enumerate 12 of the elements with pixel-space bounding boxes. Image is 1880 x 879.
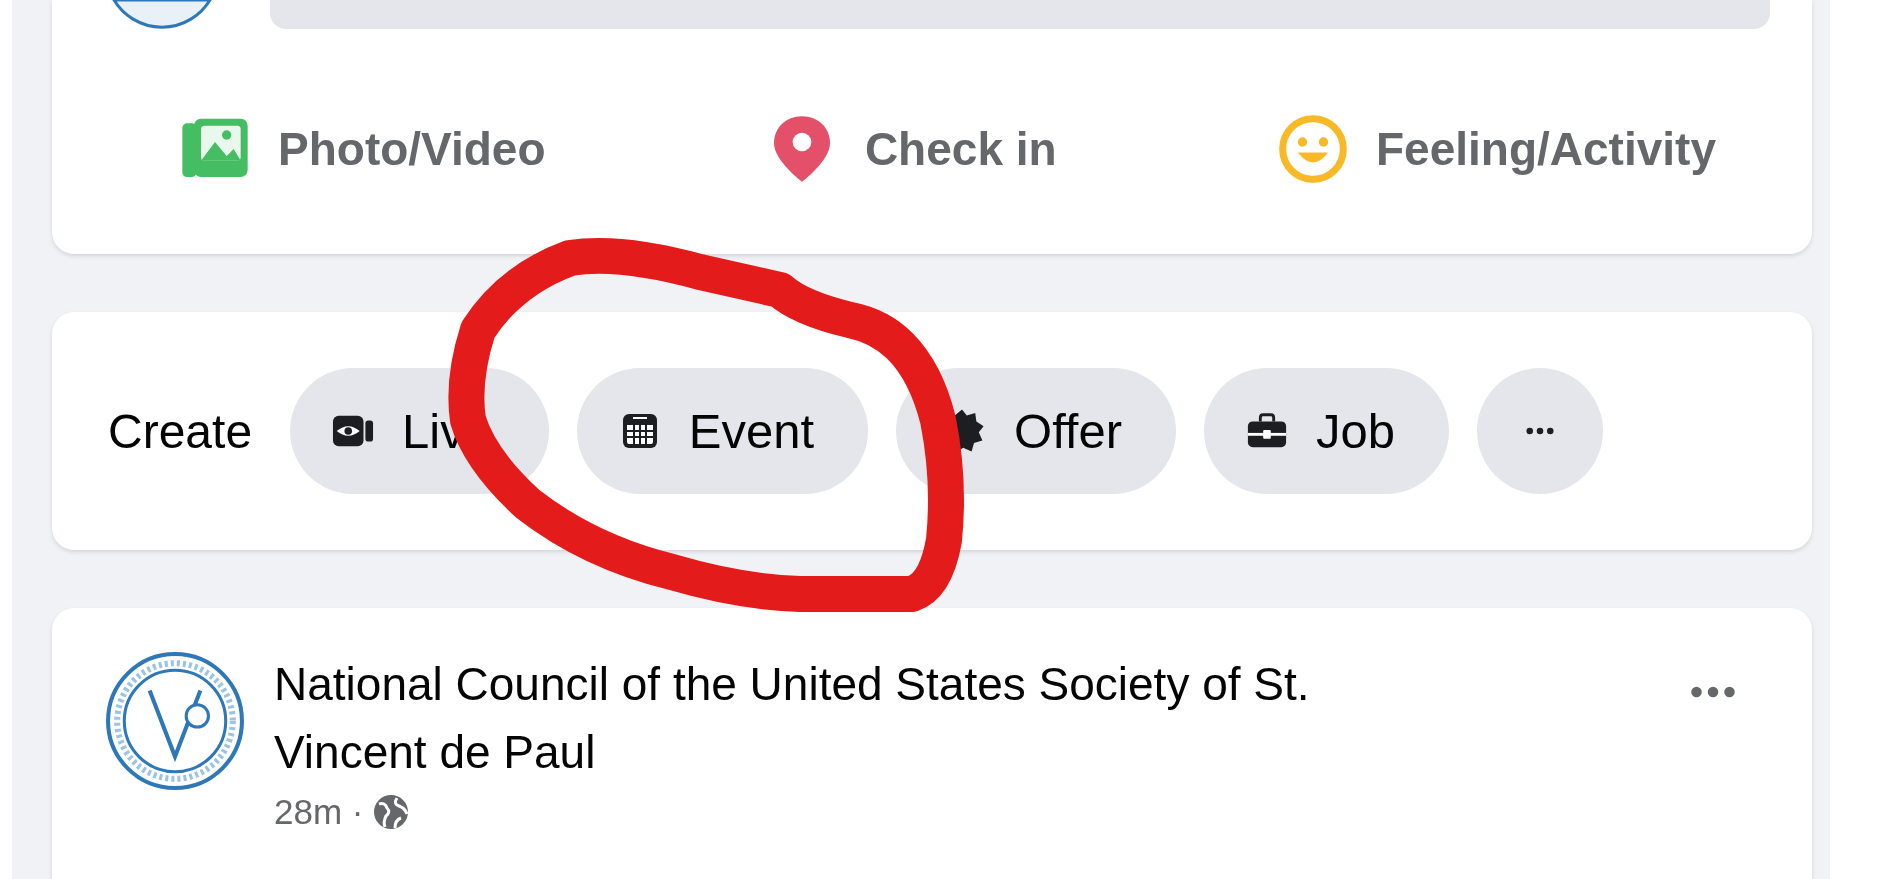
composer-action[interactable]: Check in <box>766 114 1057 184</box>
create-label: Create <box>108 403 253 459</box>
create-button[interactable]: Event <box>576 368 869 494</box>
more-icon <box>1526 427 1555 435</box>
create-button[interactable]: Job <box>1204 368 1450 494</box>
post-time[interactable]: 28m · <box>274 792 364 832</box>
logo-icon <box>104 650 246 792</box>
more-icon <box>1688 686 1738 698</box>
author-name[interactable]: National Council of the United States Society of St. Vincent de Paul <box>274 650 1374 786</box>
smiley-icon <box>1278 114 1348 184</box>
composer-action[interactable]: Feeling/Activity <box>1278 114 1716 184</box>
composer-action[interactable]: Photo/Video <box>180 114 546 184</box>
